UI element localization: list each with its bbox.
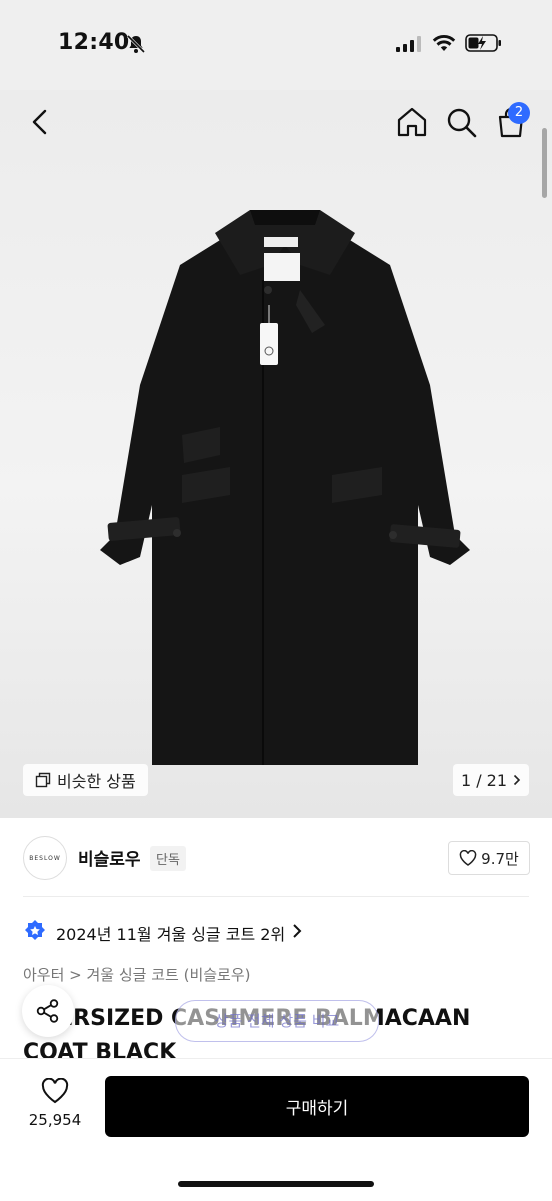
like-heart-icon[interactable]: [41, 1078, 69, 1104]
ranking-text[interactable]: 2024년 11월 겨울 싱글 코트 2위: [56, 921, 285, 945]
battery-charging-icon: [465, 34, 501, 52]
share-icon: [36, 999, 59, 1023]
divider: [23, 896, 529, 897]
product-image-coat: [100, 210, 470, 765]
brand-like-button[interactable]: 9.7만: [448, 841, 530, 875]
share-button[interactable]: [22, 985, 74, 1037]
home-indicator: [178, 1181, 374, 1187]
brand-like-count: 9.7만: [481, 849, 519, 868]
brand-name[interactable]: 비슬로우: [78, 845, 141, 870]
chevron-right-icon: [513, 774, 521, 786]
similar-products-label: 비슷한 상품: [57, 772, 136, 791]
heart-icon: [459, 850, 477, 866]
floating-overlay-pill[interactable]: 상품 전체 상품 비교: [175, 1000, 379, 1042]
back-icon[interactable]: [22, 104, 58, 140]
breadcrumb[interactable]: 아우터 > 겨울 싱글 코트 (비슬로우): [23, 964, 251, 985]
copy-icon: [35, 772, 51, 788]
chevron-right-icon[interactable]: [290, 922, 304, 940]
wifi-icon: [432, 34, 456, 51]
cart-count-badge: 2: [508, 102, 530, 124]
similar-products-button[interactable]: 비슷한 상품: [23, 764, 148, 796]
ranking-badge-icon: [25, 920, 45, 940]
brand-logo[interactable]: BESLOW: [23, 836, 67, 880]
home-icon[interactable]: [394, 104, 430, 140]
pager-text: 1 / 21: [460, 770, 508, 790]
product-like-count: 25,954: [28, 1111, 82, 1129]
bell-muted-icon: [126, 34, 146, 54]
gallery-pager[interactable]: 1 / 21: [453, 764, 529, 796]
status-time: 12:40: [58, 30, 130, 55]
scrollbar[interactable]: [542, 128, 547, 198]
brand-logo-text: BESLOW: [29, 854, 61, 862]
buy-button[interactable]: 구매하기: [105, 1076, 529, 1137]
search-icon[interactable]: [443, 104, 479, 140]
signal-icon: [396, 36, 421, 52]
exclusive-badge: 단독: [150, 846, 186, 871]
